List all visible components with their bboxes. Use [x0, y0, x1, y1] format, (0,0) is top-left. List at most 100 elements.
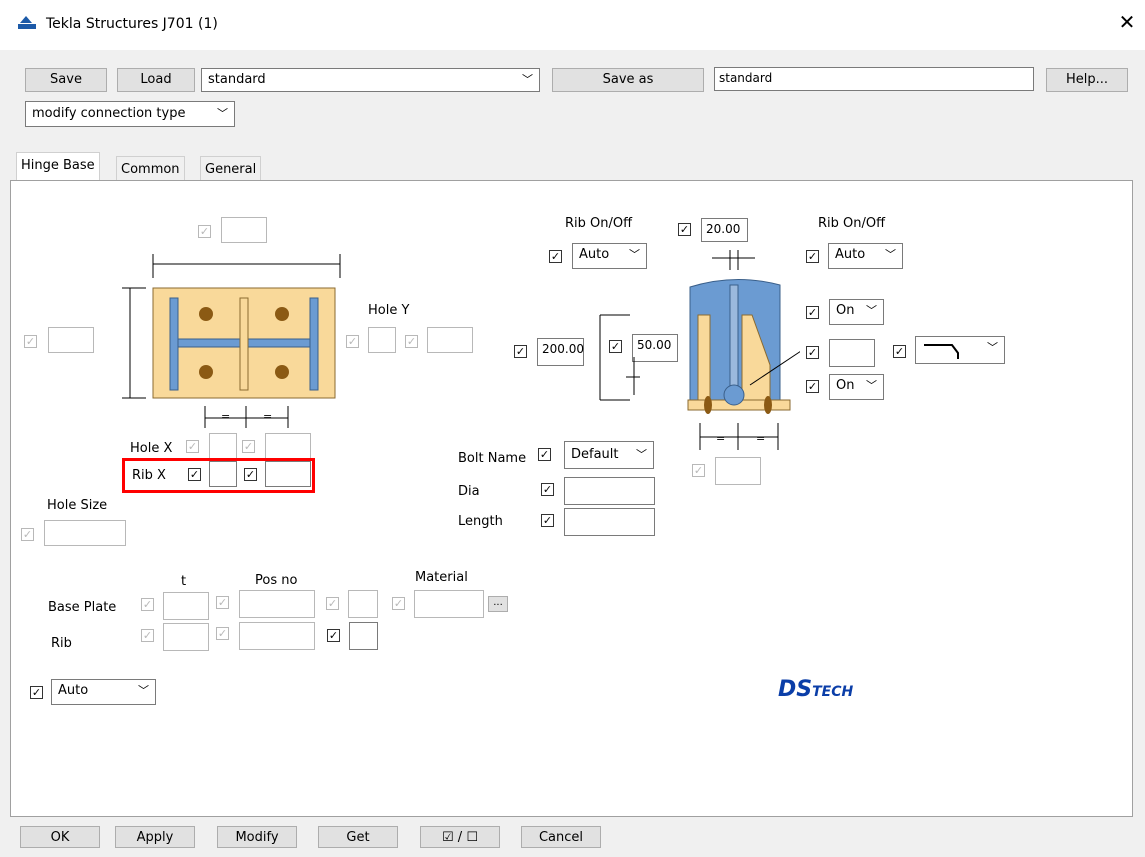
chevron-down-icon: ﹀ — [217, 107, 228, 120]
tab-common[interactable]: Common — [116, 156, 185, 182]
rib-onoff-right-label: Rib On/Off — [818, 216, 886, 231]
rib-gap-checkbox[interactable]: ✓ — [678, 223, 691, 236]
top-width-checkbox[interactable]: ✓ — [198, 225, 211, 238]
chevron-down-icon: ﹀ — [522, 73, 533, 86]
hole-x-input-2[interactable] — [265, 433, 311, 459]
length-input[interactable] — [564, 508, 655, 536]
rib-gap-input[interactable]: 20.00 — [701, 218, 748, 242]
hole-x-checkbox-2[interactable]: ✓ — [242, 440, 255, 453]
save-button[interactable]: Save — [25, 68, 107, 92]
hole-y-label: Hole Y — [368, 303, 410, 318]
logo-tech: TECH — [812, 684, 854, 700]
left-height-input[interactable] — [48, 327, 94, 353]
on2-combo[interactable]: On ﹀ — [829, 374, 884, 400]
left-height-checkbox[interactable]: ✓ — [24, 335, 37, 348]
chevron-down-icon: ﹀ — [138, 684, 149, 697]
chevron-down-icon: ﹀ — [987, 341, 998, 354]
toggle-all-button[interactable]: ☑ / ☐ — [420, 826, 500, 848]
save-as-input[interactable]: standard — [714, 67, 1034, 91]
on1-checkbox[interactable]: ✓ — [806, 306, 819, 319]
save-as-button[interactable]: Save as — [552, 68, 704, 92]
close-icon[interactable]: ✕ — [1116, 10, 1138, 34]
base-plate-material-input[interactable] — [414, 590, 484, 618]
tab-hinge-base[interactable]: Hinge Base — [16, 152, 100, 182]
hole-size-label: Hole Size — [47, 498, 108, 513]
eq-symbol: = — [756, 432, 766, 445]
base-plate-t-checkbox[interactable]: ✓ — [141, 598, 154, 611]
base-plate-material-checkbox[interactable]: ✓ — [392, 597, 405, 610]
rib-elevation-drawing — [599, 250, 800, 450]
rib-pos-input-1[interactable] — [239, 622, 315, 650]
hole-x-input-1[interactable] — [209, 433, 237, 459]
top-width-input[interactable] — [221, 217, 267, 243]
tab-general[interactable]: General — [200, 156, 262, 182]
tekla-app-icon — [18, 16, 36, 29]
rib-right-combo[interactable]: Auto ﹀ — [828, 243, 903, 269]
on1-value: On — [836, 303, 855, 318]
apply-button[interactable]: Apply — [115, 826, 195, 848]
weld-checkbox[interactable]: ✓ — [806, 346, 819, 359]
base-plate-label: Base Plate — [48, 600, 117, 615]
chevron-down-icon: ﹀ — [885, 248, 896, 261]
rib-pos-checkbox-2[interactable]: ✓ — [327, 629, 340, 642]
pos-no-column-label: Pos no — [255, 573, 298, 588]
dia-input[interactable] — [564, 477, 655, 505]
mode-combo[interactable]: modify connection type ﹀ — [25, 101, 235, 127]
hole-x-checkbox-1[interactable]: ✓ — [186, 440, 199, 453]
dia-label: Dia — [458, 484, 480, 499]
t-column-label: t — [181, 574, 187, 589]
hole-y-checkbox-2[interactable]: ✓ — [405, 335, 418, 348]
rib-right-value: Auto — [835, 247, 866, 262]
rib-height-input[interactable]: 200.00 — [537, 338, 584, 366]
rib-pos-checkbox-1[interactable]: ✓ — [216, 627, 229, 640]
hole-y-input-1[interactable] — [368, 327, 396, 353]
cancel-button[interactable]: Cancel — [521, 826, 601, 848]
base-plate-plan-drawing — [122, 254, 341, 428]
dia-checkbox[interactable]: ✓ — [541, 483, 554, 496]
window-title: Tekla Structures J701 (1) — [46, 16, 218, 32]
preset-value: standard — [208, 72, 266, 87]
rib-t-input[interactable] — [163, 623, 209, 651]
load-button[interactable]: Load — [117, 68, 195, 92]
eq-symbol: = — [221, 410, 231, 423]
bottom-right-checkbox[interactable]: ✓ — [692, 464, 705, 477]
base-plate-t-input[interactable] — [163, 592, 209, 620]
bottom-right-input[interactable] — [715, 457, 761, 485]
preset-combo[interactable]: standard ﹀ — [201, 68, 540, 92]
hole-size-input[interactable] — [44, 520, 126, 546]
bolt-name-checkbox[interactable]: ✓ — [538, 448, 551, 461]
base-plate-pos-input-2[interactable] — [348, 590, 378, 618]
logo-ds: DS — [778, 677, 813, 702]
weld-input[interactable] — [829, 339, 875, 367]
hole-size-checkbox[interactable]: ✓ — [21, 528, 34, 541]
chevron-down-icon: ﹀ — [866, 304, 877, 317]
rib-height-checkbox[interactable]: ✓ — [514, 345, 527, 358]
length-checkbox[interactable]: ✓ — [541, 514, 554, 527]
ok-button[interactable]: OK — [20, 826, 100, 848]
hole-y-input-2[interactable] — [427, 327, 473, 353]
modify-button[interactable]: Modify — [217, 826, 297, 848]
rib-pos-input-2[interactable] — [349, 622, 378, 650]
bottom-auto-combo[interactable]: Auto ﹀ — [51, 679, 156, 705]
on1-combo[interactable]: On ﹀ — [829, 299, 884, 325]
rib-left-checkbox[interactable]: ✓ — [549, 250, 562, 263]
rib-right-checkbox[interactable]: ✓ — [806, 250, 819, 263]
base-plate-pos-checkbox-1[interactable]: ✓ — [216, 596, 229, 609]
eq-symbol: = — [716, 432, 726, 445]
rib-t-checkbox[interactable]: ✓ — [141, 629, 154, 642]
highlight-box — [122, 458, 315, 493]
on2-checkbox[interactable]: ✓ — [806, 380, 819, 393]
base-plate-pos-input-1[interactable] — [239, 590, 315, 618]
weld-type-checkbox[interactable]: ✓ — [893, 345, 906, 358]
material-browse-button[interactable]: ... — [488, 596, 508, 612]
bottom-auto-checkbox[interactable]: ✓ — [30, 686, 43, 699]
chevron-down-icon: ﹀ — [866, 379, 877, 392]
on2-value: On — [836, 378, 855, 393]
get-button[interactable]: Get — [318, 826, 398, 848]
weld-type-combo[interactable]: ﹀ — [915, 336, 1005, 364]
base-plate-pos-checkbox-2[interactable]: ✓ — [326, 597, 339, 610]
rib-onoff-left-label: Rib On/Off — [565, 216, 633, 231]
help-button[interactable]: Help... — [1046, 68, 1128, 92]
hole-y-checkbox-1[interactable]: ✓ — [346, 335, 359, 348]
hole-x-label: Hole X — [130, 441, 173, 456]
